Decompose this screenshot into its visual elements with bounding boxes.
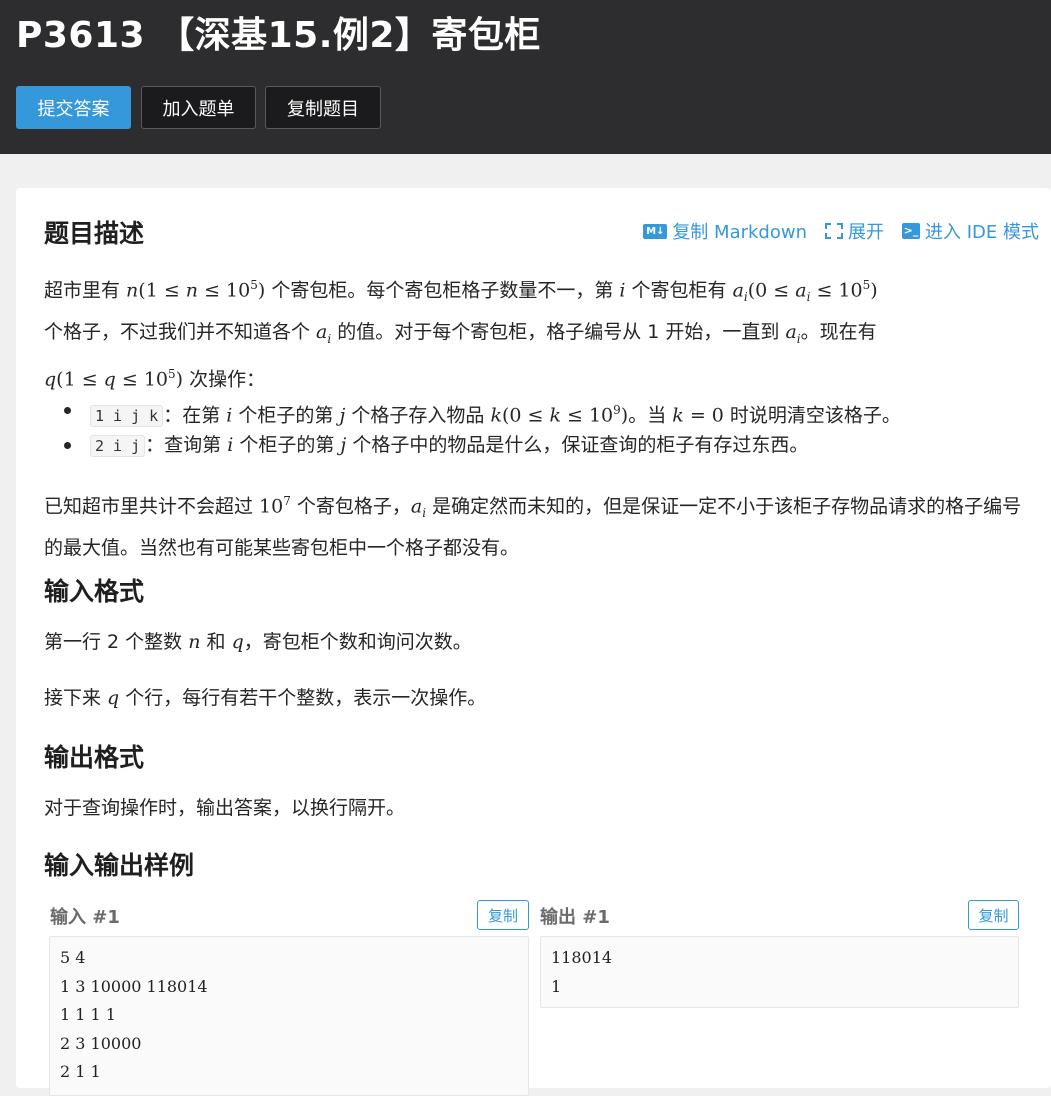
expand-link[interactable]: 展开 bbox=[825, 218, 884, 244]
expand-label: 展开 bbox=[848, 222, 884, 243]
code-line: 5 4 bbox=[60, 948, 86, 967]
description-paragraph-1: 超市里有 n(1 ≤ n ≤ 105) 个寄包柜。每个寄包柜格子数量不一，第 i… bbox=[44, 278, 878, 391]
code-line: 1 3 10000 118014 bbox=[60, 976, 208, 996]
markdown-icon: M↓ bbox=[643, 223, 668, 239]
code-line: 1 bbox=[551, 976, 562, 996]
code-line: 1 1 1 1 bbox=[60, 1005, 116, 1024]
ide-mode-link[interactable]: >_ 进入 IDE 模式 bbox=[902, 218, 1039, 244]
section-title-description: 题目描述 bbox=[44, 219, 145, 248]
section-title-samples: 输入输出样例 bbox=[44, 851, 195, 880]
problem-toolbar: M↓ 复制 Markdown 展开 >_ 进入 IDE 模式 bbox=[643, 218, 1039, 244]
sample-output-code[interactable]: 118014 1 bbox=[540, 936, 1019, 1008]
bullet-dot bbox=[64, 407, 71, 414]
problem-title: P3613 【深基15.例2】寄包柜 bbox=[16, 15, 541, 56]
section-title-output-format: 输出格式 bbox=[44, 743, 145, 772]
input-format-line-2: 接下来 q 个行，每行有若干个整数，表示一次操作。 bbox=[44, 687, 487, 709]
sample-input-code[interactable]: 5 4 1 3 10000 118014 1 1 1 1 2 3 10000 2… bbox=[49, 936, 529, 1096]
sample-input-label: 输入 #1 bbox=[50, 907, 120, 928]
description-paragraph-2: 已知超市里共计不会超过 107 个寄包格子，ai 是确定然而未知的，但是保证一定… bbox=[44, 494, 1022, 560]
code-line: 2 1 1 bbox=[60, 1062, 101, 1081]
copy-input-button[interactable]: 复制 bbox=[477, 900, 529, 930]
copy-markdown-link[interactable]: M↓ 复制 Markdown bbox=[643, 218, 807, 244]
add-to-list-button[interactable]: 加入题单 bbox=[141, 86, 256, 129]
terminal-icon: >_ bbox=[902, 223, 920, 239]
code-line: 118014 bbox=[551, 948, 613, 967]
copy-problem-button[interactable]: 复制题目 bbox=[265, 86, 381, 129]
input-format-line-1: 第一行 2 个整数 n 和 q，寄包柜个数和询问次数。 bbox=[44, 631, 472, 653]
output-format-text: 对于查询操作时，输出答案，以换行隔开。 bbox=[44, 797, 406, 819]
expand-icon bbox=[825, 223, 843, 239]
copy-markdown-label: 复制 Markdown bbox=[672, 222, 807, 243]
inline-code: 2 i j bbox=[90, 435, 146, 457]
inline-code: 1 i j k bbox=[90, 405, 164, 428]
code-line: 2 3 10000 bbox=[60, 1033, 142, 1053]
sample-output-label: 输出 #1 bbox=[540, 907, 610, 928]
submit-answer-button[interactable]: 提交答案 bbox=[16, 86, 131, 129]
problem-card: 题目描述 M↓ 复制 Markdown 展开 >_ 进入 IDE 模式 超市里有… bbox=[16, 188, 1051, 1096]
copy-output-button[interactable]: 复制 bbox=[968, 900, 1019, 930]
ide-mode-label: 进入 IDE 模式 bbox=[925, 222, 1039, 243]
section-title-input-format: 输入格式 bbox=[44, 577, 145, 606]
problem-header: P3613 【深基15.例2】寄包柜 提交答案 加入题单 复制题目 bbox=[0, 0, 1051, 154]
bullet-dot bbox=[64, 442, 71, 449]
